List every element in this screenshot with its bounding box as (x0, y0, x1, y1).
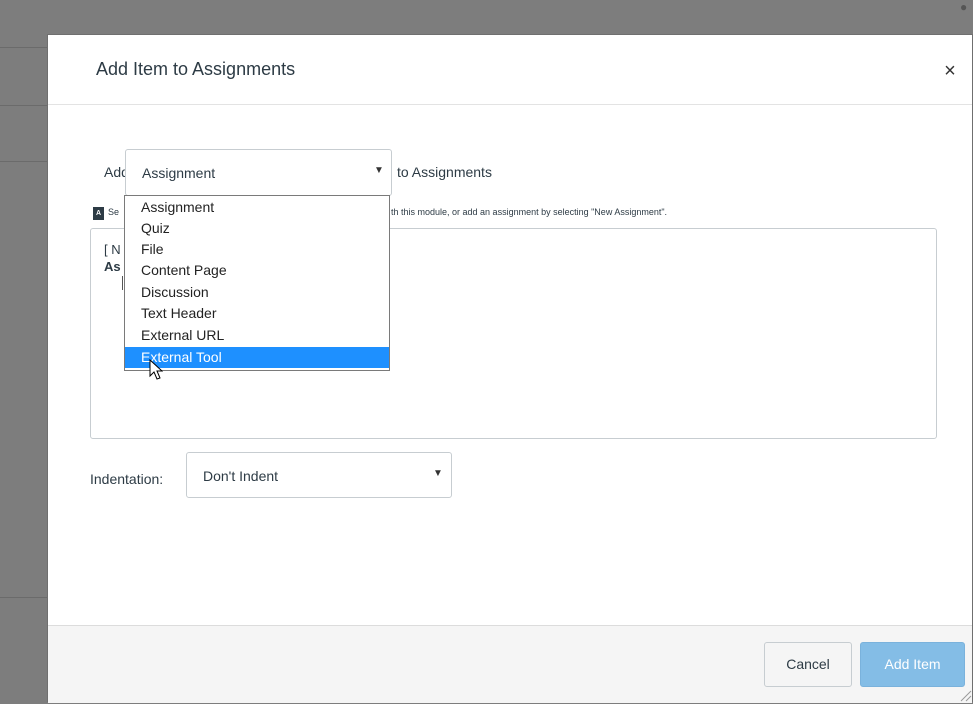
help-text-start: Se (108, 207, 120, 217)
background-icon: ● (960, 0, 968, 14)
dropdown-option-external-url[interactable]: External URL (125, 325, 389, 346)
dialog-title: Add Item to Assignments (96, 59, 296, 79)
dropdown-option-quiz[interactable]: Quiz (125, 218, 389, 239)
dropdown-option-external-tool[interactable]: External Tool (125, 347, 389, 368)
dialog-header: Add Item to Assignments × (48, 35, 972, 105)
cancel-button[interactable]: Cancel (764, 642, 852, 687)
dropdown-option-discussion[interactable]: Discussion (125, 282, 389, 303)
dropdown-option-assignment[interactable]: Assignment (125, 197, 389, 218)
dropdown-option-content-page[interactable]: Content Page (125, 260, 389, 281)
indentation-label: Indentation: (90, 471, 164, 487)
indentation-value: Don't Indent (203, 468, 279, 484)
resize-handle-icon[interactable] (960, 690, 972, 702)
indentation-select[interactable]: Don't Indent ▼ (186, 452, 452, 498)
add-item-button[interactable]: Add Item (860, 642, 965, 687)
chevron-down-icon: ▼ (433, 468, 443, 479)
help-text: th this module, or add an assignment by … (391, 207, 668, 217)
item-type-dropdown-list: Assignment Quiz File Content Page Discus… (124, 195, 390, 371)
close-icon[interactable]: × (942, 61, 958, 81)
background-divider (0, 161, 48, 162)
item-type-select[interactable]: Assignment ▼ (125, 149, 392, 196)
chevron-down-icon: ▼ (374, 165, 384, 176)
item-type-value: Assignment (142, 165, 216, 181)
list-item-new[interactable]: [ N (104, 242, 121, 257)
list-item-marker (122, 276, 123, 290)
dropdown-option-file[interactable]: File (125, 239, 389, 260)
background-divider (0, 47, 48, 48)
mouse-pointer-icon (149, 359, 163, 380)
background-divider (0, 105, 48, 106)
background-divider (0, 597, 48, 598)
to-assignments-label: to Assignments (397, 164, 492, 180)
help-icon: A (93, 207, 104, 220)
dropdown-option-text-header[interactable]: Text Header (125, 303, 389, 324)
dialog-footer: Cancel Add Item (48, 625, 972, 703)
list-group-header: As (104, 259, 121, 274)
